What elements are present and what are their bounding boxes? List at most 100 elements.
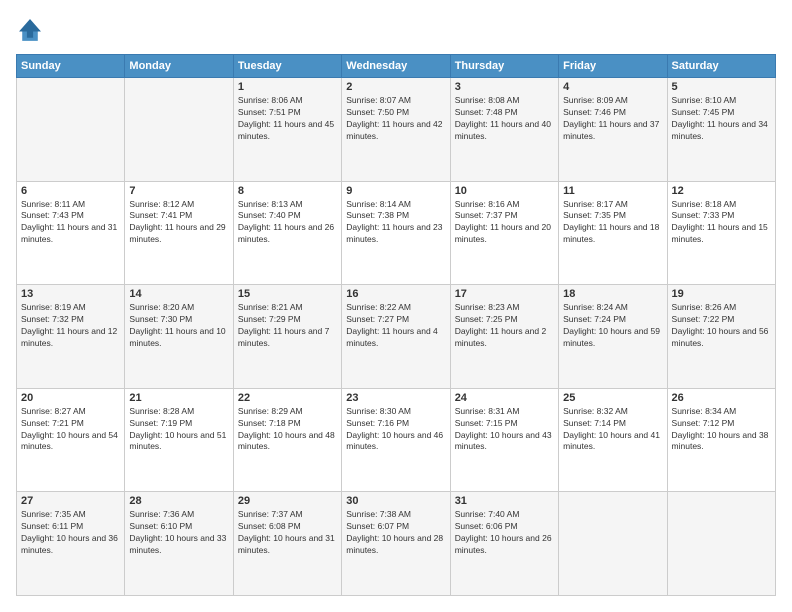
calendar-cell <box>17 78 125 182</box>
day-info: Sunrise: 8:24 AM Sunset: 7:24 PM Dayligh… <box>563 302 662 350</box>
day-info: Sunrise: 8:26 AM Sunset: 7:22 PM Dayligh… <box>672 302 771 350</box>
day-number: 17 <box>455 288 554 300</box>
day-header: Wednesday <box>342 55 450 78</box>
logo <box>16 16 48 44</box>
day-number: 5 <box>672 81 771 93</box>
day-number: 15 <box>238 288 337 300</box>
calendar-cell: 8 Sunrise: 8:13 AM Sunset: 7:40 PM Daylig… <box>233 181 341 285</box>
calendar-cell: 2Sunrise: 8:07 AM Sunset: 7:50 PM Daylig… <box>342 78 450 182</box>
day-info: Sunrise: 8:29 AM Sunset: 7:18 PM Dayligh… <box>238 406 337 454</box>
calendar-cell: 23 Sunrise: 8:30 AM Sunset: 7:16 PM Dayli… <box>342 388 450 492</box>
day-info: Sunrise: 8:30 AM Sunset: 7:16 PM Dayligh… <box>346 406 445 454</box>
day-info: Sunrise: 7:40 AM Sunset: 6:06 PM Dayligh… <box>455 509 554 557</box>
calendar-cell <box>667 492 775 596</box>
day-number: 25 <box>563 392 662 404</box>
calendar-cell: 27 Sunrise: 7:35 AM Sunset: 6:11 PM Dayli… <box>17 492 125 596</box>
day-info: Sunrise: 7:35 AM Sunset: 6:11 PM Dayligh… <box>21 509 120 557</box>
day-info: Sunrise: 8:08 AM Sunset: 7:48 PM Dayligh… <box>455 95 554 143</box>
day-number: 19 <box>672 288 771 300</box>
day-number: 20 <box>21 392 120 404</box>
logo-icon <box>16 16 44 44</box>
day-header: Sunday <box>17 55 125 78</box>
day-number: 10 <box>455 185 554 197</box>
day-number: 8 <box>238 185 337 197</box>
calendar-cell: 16 Sunrise: 8:22 AM Sunset: 7:27 PM Dayli… <box>342 285 450 389</box>
calendar-cell: 25 Sunrise: 8:32 AM Sunset: 7:14 PM Dayli… <box>559 388 667 492</box>
calendar-cell: 17 Sunrise: 8:23 AM Sunset: 7:25 PM Dayli… <box>450 285 558 389</box>
calendar-cell: 13 Sunrise: 8:19 AM Sunset: 7:32 PM Dayli… <box>17 285 125 389</box>
calendar-cell: 26 Sunrise: 8:34 AM Sunset: 7:12 PM Dayli… <box>667 388 775 492</box>
day-number: 28 <box>129 495 228 507</box>
day-number: 4 <box>563 81 662 93</box>
day-number: 18 <box>563 288 662 300</box>
day-number: 13 <box>21 288 120 300</box>
day-info: Sunrise: 8:13 AM Sunset: 7:40 PM Dayligh… <box>238 199 337 247</box>
day-info: Sunrise: 8:16 AM Sunset: 7:37 PM Dayligh… <box>455 199 554 247</box>
day-number: 23 <box>346 392 445 404</box>
day-info: Sunrise: 8:28 AM Sunset: 7:19 PM Dayligh… <box>129 406 228 454</box>
day-header: Saturday <box>667 55 775 78</box>
day-info: Sunrise: 8:14 AM Sunset: 7:38 PM Dayligh… <box>346 199 445 247</box>
calendar-cell: 5Sunrise: 8:10 AM Sunset: 7:45 PM Daylig… <box>667 78 775 182</box>
calendar-cell: 30 Sunrise: 7:38 AM Sunset: 6:07 PM Dayli… <box>342 492 450 596</box>
day-info: Sunrise: 8:18 AM Sunset: 7:33 PM Dayligh… <box>672 199 771 247</box>
day-number: 6 <box>21 185 120 197</box>
day-number: 30 <box>346 495 445 507</box>
calendar-cell: 19 Sunrise: 8:26 AM Sunset: 7:22 PM Dayli… <box>667 285 775 389</box>
day-number: 16 <box>346 288 445 300</box>
day-info: Sunrise: 8:22 AM Sunset: 7:27 PM Dayligh… <box>346 302 445 350</box>
day-number: 27 <box>21 495 120 507</box>
day-number: 24 <box>455 392 554 404</box>
calendar-cell: 14 Sunrise: 8:20 AM Sunset: 7:30 PM Dayli… <box>125 285 233 389</box>
day-number: 14 <box>129 288 228 300</box>
calendar-cell <box>125 78 233 182</box>
day-number: 7 <box>129 185 228 197</box>
day-header: Monday <box>125 55 233 78</box>
day-info: Sunrise: 7:36 AM Sunset: 6:10 PM Dayligh… <box>129 509 228 557</box>
day-number: 29 <box>238 495 337 507</box>
day-info: Sunrise: 7:38 AM Sunset: 6:07 PM Dayligh… <box>346 509 445 557</box>
day-number: 9 <box>346 185 445 197</box>
calendar-cell: 31 Sunrise: 7:40 AM Sunset: 6:06 PM Dayli… <box>450 492 558 596</box>
calendar-cell: 3Sunrise: 8:08 AM Sunset: 7:48 PM Daylig… <box>450 78 558 182</box>
calendar-cell: 4 Sunrise: 8:09 AM Sunset: 7:46 PM Daylig… <box>559 78 667 182</box>
day-info: Sunrise: 8:17 AM Sunset: 7:35 PM Dayligh… <box>563 199 662 247</box>
calendar-cell: 11 Sunrise: 8:17 AM Sunset: 7:35 PM Dayli… <box>559 181 667 285</box>
day-number: 31 <box>455 495 554 507</box>
day-info: Sunrise: 8:11 AM Sunset: 7:43 PM Dayligh… <box>21 199 120 247</box>
day-info: Sunrise: 8:23 AM Sunset: 7:25 PM Dayligh… <box>455 302 554 350</box>
calendar-cell: 21 Sunrise: 8:28 AM Sunset: 7:19 PM Dayli… <box>125 388 233 492</box>
day-number: 22 <box>238 392 337 404</box>
day-number: 12 <box>672 185 771 197</box>
day-info: Sunrise: 8:06 AM Sunset: 7:51 PM Dayligh… <box>238 95 337 143</box>
day-number: 26 <box>672 392 771 404</box>
day-info: Sunrise: 8:09 AM Sunset: 7:46 PM Dayligh… <box>563 95 662 143</box>
day-info: Sunrise: 8:27 AM Sunset: 7:21 PM Dayligh… <box>21 406 120 454</box>
day-info: Sunrise: 8:12 AM Sunset: 7:41 PM Dayligh… <box>129 199 228 247</box>
calendar-cell: 9 Sunrise: 8:14 AM Sunset: 7:38 PM Daylig… <box>342 181 450 285</box>
calendar-cell: 22 Sunrise: 8:29 AM Sunset: 7:18 PM Dayli… <box>233 388 341 492</box>
calendar-cell: 24 Sunrise: 8:31 AM Sunset: 7:15 PM Dayli… <box>450 388 558 492</box>
day-number: 21 <box>129 392 228 404</box>
calendar-cell: 29 Sunrise: 7:37 AM Sunset: 6:08 PM Dayli… <box>233 492 341 596</box>
day-info: Sunrise: 8:32 AM Sunset: 7:14 PM Dayligh… <box>563 406 662 454</box>
day-number: 11 <box>563 185 662 197</box>
day-info: Sunrise: 8:21 AM Sunset: 7:29 PM Dayligh… <box>238 302 337 350</box>
calendar-cell: 1Sunrise: 8:06 AM Sunset: 7:51 PM Daylig… <box>233 78 341 182</box>
calendar-cell: 20 Sunrise: 8:27 AM Sunset: 7:21 PM Dayli… <box>17 388 125 492</box>
calendar-cell: 15 Sunrise: 8:21 AM Sunset: 7:29 PM Dayli… <box>233 285 341 389</box>
day-header: Thursday <box>450 55 558 78</box>
day-info: Sunrise: 7:37 AM Sunset: 6:08 PM Dayligh… <box>238 509 337 557</box>
calendar-cell: 10 Sunrise: 8:16 AM Sunset: 7:37 PM Dayli… <box>450 181 558 285</box>
calendar-cell: 12 Sunrise: 8:18 AM Sunset: 7:33 PM Dayli… <box>667 181 775 285</box>
day-info: Sunrise: 8:34 AM Sunset: 7:12 PM Dayligh… <box>672 406 771 454</box>
calendar: SundayMondayTuesdayWednesdayThursdayFrid… <box>16 54 776 596</box>
calendar-cell <box>559 492 667 596</box>
calendar-cell: 6 Sunrise: 8:11 AM Sunset: 7:43 PM Daylig… <box>17 181 125 285</box>
day-header: Friday <box>559 55 667 78</box>
day-info: Sunrise: 8:31 AM Sunset: 7:15 PM Dayligh… <box>455 406 554 454</box>
day-info: Sunrise: 8:20 AM Sunset: 7:30 PM Dayligh… <box>129 302 228 350</box>
calendar-cell: 7 Sunrise: 8:12 AM Sunset: 7:41 PM Daylig… <box>125 181 233 285</box>
day-header: Tuesday <box>233 55 341 78</box>
day-info: Sunrise: 8:19 AM Sunset: 7:32 PM Dayligh… <box>21 302 120 350</box>
